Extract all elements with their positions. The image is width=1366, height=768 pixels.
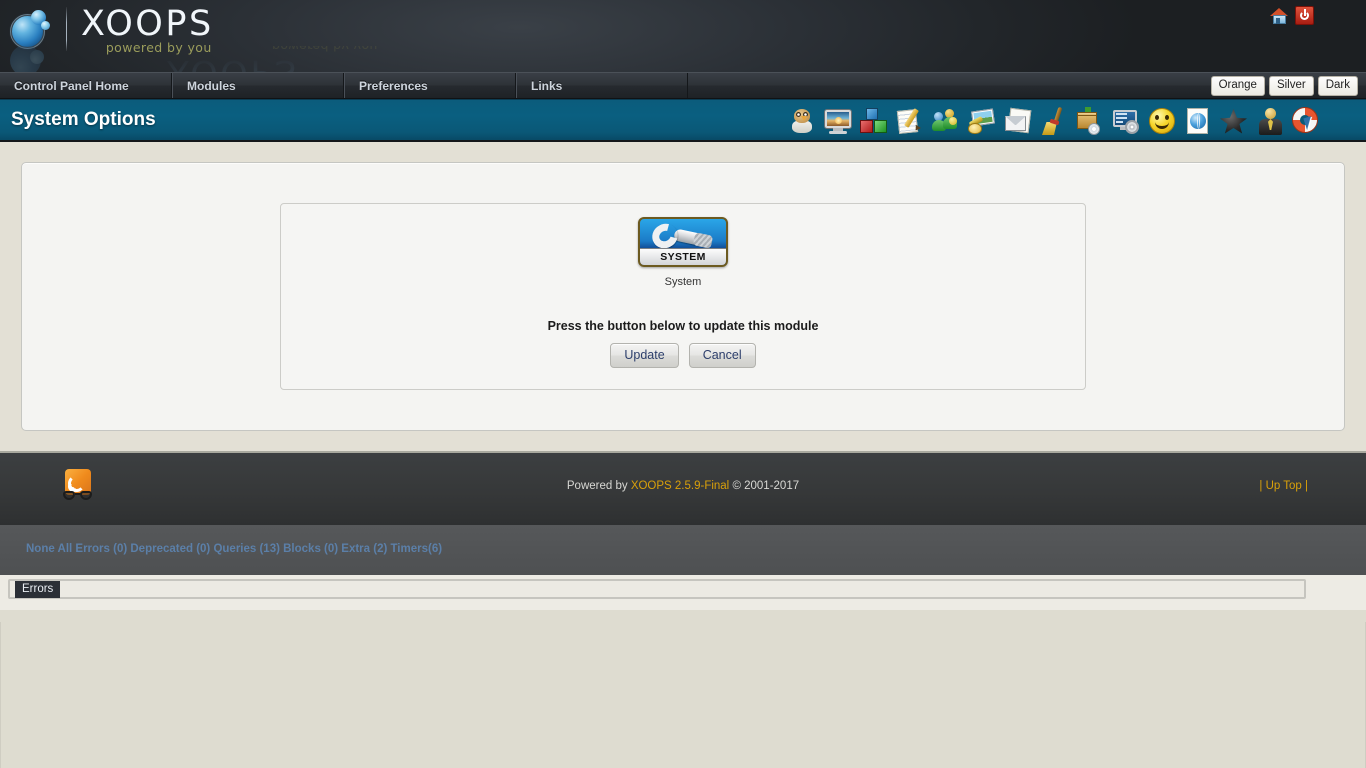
page-title-bar: System Options [0,99,1366,142]
userrank-icon[interactable] [1217,102,1251,140]
errors-tab[interactable]: Errors [15,581,60,598]
pages-icon[interactable] [1181,102,1215,140]
theme-button-dark[interactable]: Dark [1318,76,1358,96]
uptop-suffix: | [1302,480,1308,492]
errors-panel: Errors [8,579,1306,599]
avatars-icon[interactable] [785,102,819,140]
theme-button-silver[interactable]: Silver [1269,76,1314,96]
theme-button-orange[interactable]: Orange [1211,76,1265,96]
nav-item-control-panel-home[interactable]: Control Panel Home [0,73,172,98]
logout-icon[interactable] [1295,6,1314,25]
system-module-icon-bar [785,102,1323,140]
preferences-icon[interactable] [1109,102,1143,140]
up-top-link[interactable]: Up Top [1266,480,1302,492]
theme-switcher: Orange Silver Dark [1211,76,1358,96]
site-banner: XOOPS powered by you XOOPS powered by yo… [0,0,1366,72]
main-navigation: Control Panel Home Modules Preferences L… [0,72,1366,99]
cancel-button[interactable]: Cancel [689,343,756,368]
logo-reflection-tagline: powered by you [272,46,378,54]
xoops-orb-icon [10,8,52,50]
page-bottom-fill [0,610,1366,733]
banner-icon-group [1270,6,1314,25]
smilies-icon[interactable] [1145,102,1179,140]
update-instruction-text: Press the button below to update this mo… [281,319,1085,333]
powered-by-label: Powered by [567,480,631,492]
findusers-icon[interactable] [1289,102,1323,140]
module-tile-label: SYSTEM [640,248,726,265]
page-edge-left [0,622,1,768]
nav-item-links[interactable]: Links [516,73,688,98]
blocks-icon[interactable] [857,102,891,140]
button-row: Update Cancel [281,343,1085,368]
logo-divider [66,7,67,51]
module-name: System [281,276,1085,288]
images-icon[interactable] [965,102,999,140]
maintenance-icon[interactable] [1037,102,1071,140]
groups-icon[interactable] [929,102,963,140]
copyright-label: © 2001-2017 [729,480,799,492]
update-button[interactable]: Update [610,343,678,368]
content-area: SYSTEM System Press the button below to … [0,142,1366,451]
glasses-icon [62,491,94,501]
site-footer: Powered by XOOPS 2.5.9-Final © 2001-2017… [0,451,1366,525]
page-title: System Options [0,109,156,131]
users-icon[interactable] [1253,102,1287,140]
comments-icon[interactable] [893,102,927,140]
xoops-version-link[interactable]: XOOPS 2.5.9-Final [631,480,729,492]
content-panel: SYSTEM System Press the button below to … [21,162,1345,431]
system-module-tile[interactable]: SYSTEM [638,217,728,267]
nav-item-preferences[interactable]: Preferences [344,73,516,98]
xoops-logo[interactable]: XOOPS powered by you [6,2,214,70]
debug-bar: None All Errors (0) Deprecated (0) Queri… [0,525,1366,575]
logo-wordmark: XOOPS [81,4,214,44]
debug-summary-links[interactable]: None All Errors (0) Deprecated (0) Queri… [26,543,442,555]
nav-item-modules[interactable]: Modules [172,73,344,98]
modulesadmin-icon[interactable] [1073,102,1107,140]
module-update-box: SYSTEM System Press the button below to … [280,203,1086,390]
footer-credit: Powered by XOOPS 2.5.9-Final © 2001-2017 [0,480,1366,492]
banners-icon[interactable] [821,102,855,140]
home-icon[interactable] [1270,6,1289,25]
footer-uptop: | Up Top | [1259,480,1308,492]
errors-zone: Errors [0,575,1366,610]
mailusers-icon[interactable] [1001,102,1035,140]
